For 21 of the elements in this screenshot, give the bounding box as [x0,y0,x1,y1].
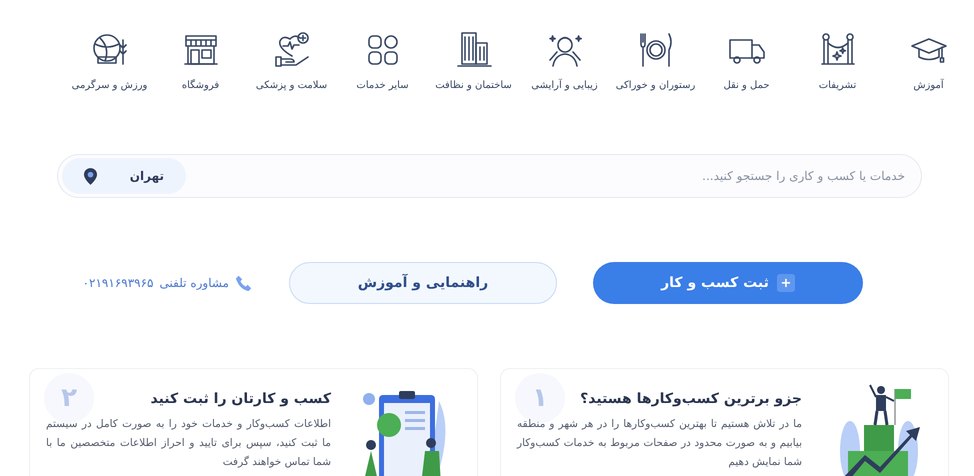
phone-label: مشاوره تلفنی [160,276,229,290]
guide-button[interactable]: راهنمایی و آموزش [289,262,557,304]
step-number: ۲ [44,373,94,423]
category-label[interactable]: حمل و نقل [723,80,770,91]
category-label[interactable]: تشریفات [818,80,856,91]
location-pin-icon [84,168,97,184]
category-label[interactable]: رستوران و خوراکی [616,80,696,91]
search-field[interactable]: خدمات یا کسب و کاری را جستجو کنید... تهران [57,154,922,198]
category-label[interactable]: ورزش و سرگرمی [72,80,148,91]
category-label[interactable]: ساختمان و نظافت [435,80,512,91]
phone-icon [235,274,253,292]
register-business-button[interactable]: + ثبت کسب و کار [593,262,863,304]
category-label[interactable]: زیبایی و آرایشی [531,80,598,91]
category-label[interactable]: آموزش [913,80,944,91]
card-title: جزو برترین کسب‌وکارها هستید؟ [580,391,802,407]
city-selector[interactable]: تهران [62,158,186,194]
category-label[interactable]: سایر خدمات [356,80,409,91]
category-label[interactable]: سلامت و پزشکی [256,80,328,91]
category-label[interactable]: فروشگاه [182,80,220,91]
phone-number-link[interactable]: ۰۲۱۹۱۶۹۳۹۶۵ [82,276,154,290]
card-title: کسب و کارتان را ثبت کنید [150,391,331,407]
